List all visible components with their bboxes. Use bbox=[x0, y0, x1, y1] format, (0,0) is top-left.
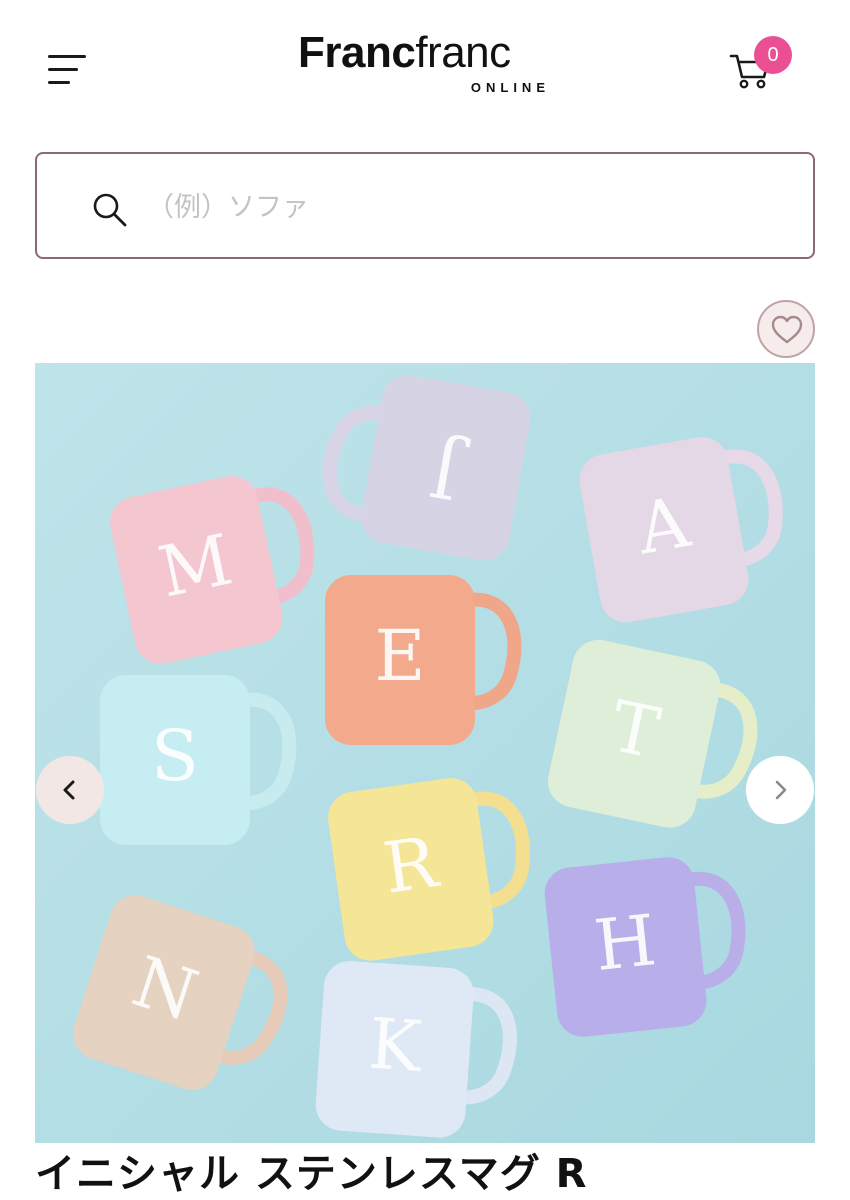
francfranc-logo[interactable]: Francfranc ONLINE bbox=[298, 28, 554, 98]
product-title: イニシャル ステンレスマグ R bbox=[35, 1151, 588, 1197]
logo-text-thin: franc bbox=[415, 28, 511, 77]
chevron-left-icon bbox=[63, 780, 75, 800]
cart-count-badge: 0 bbox=[754, 36, 792, 74]
product-photo: M J A E S T R N K H bbox=[35, 363, 815, 1143]
logo-subtitle: ONLINE bbox=[470, 80, 550, 95]
site-header: Francfranc ONLINE 0 bbox=[0, 0, 850, 135]
gallery-next-button[interactable] bbox=[746, 756, 814, 824]
search-input[interactable] bbox=[147, 180, 767, 234]
mug-letter: S bbox=[151, 715, 199, 797]
chevron-right-icon bbox=[775, 780, 787, 800]
hamburger-menu-icon[interactable] bbox=[44, 50, 90, 90]
mug-letter: H bbox=[591, 899, 660, 987]
mug-letter: K bbox=[366, 1003, 426, 1089]
cart-button[interactable]: 0 bbox=[728, 36, 794, 92]
search-icon[interactable] bbox=[92, 192, 128, 228]
product-image-gallery[interactable]: M J A E S T R N K H bbox=[35, 363, 815, 1143]
mug-letter: E bbox=[374, 615, 425, 697]
search-box[interactable] bbox=[35, 152, 815, 259]
heart-icon bbox=[771, 315, 803, 344]
gallery-prev-button[interactable] bbox=[36, 756, 104, 824]
logo-text-bold: Franc bbox=[298, 28, 416, 77]
favorite-button[interactable] bbox=[757, 300, 815, 358]
